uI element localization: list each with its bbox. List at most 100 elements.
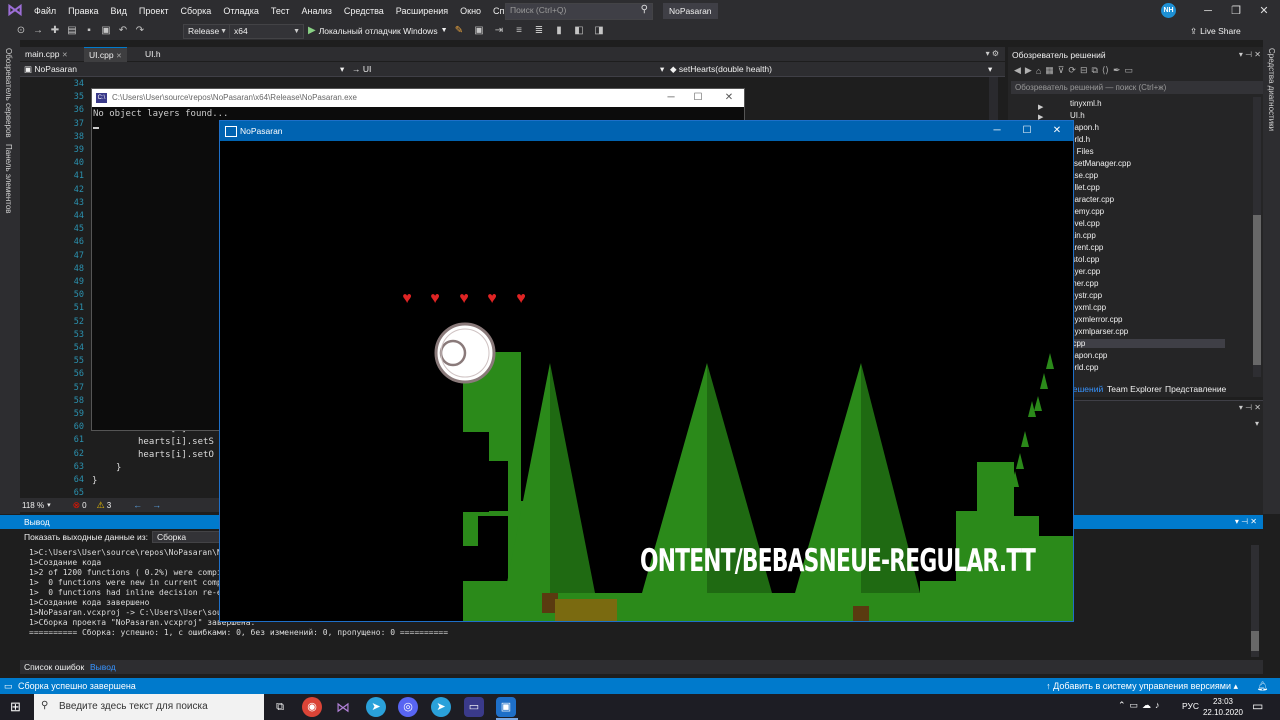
menu-window[interactable]: Окно xyxy=(454,0,487,22)
tab-class-view[interactable]: Представление классов xyxy=(1161,382,1263,408)
game-minimize-button[interactable]: ─ xyxy=(982,121,1012,141)
menu-tools[interactable]: Средства xyxy=(338,0,390,22)
expand-icon[interactable]: ▶ xyxy=(1038,103,1043,111)
save-all-icon[interactable]: ▣ xyxy=(99,24,113,38)
taskbar-search-input[interactable]: ⚲ Введите здесь текст для поиска xyxy=(34,694,264,720)
solution-file-item[interactable]: tinyxml.h xyxy=(1070,99,1102,108)
notifications-icon[interactable]: 🔔︎ xyxy=(1257,678,1268,694)
indent-icon[interactable]: ≡ xyxy=(512,24,526,38)
console-maximize-button[interactable]: ☐ xyxy=(685,89,711,107)
menu-view[interactable]: Вид xyxy=(105,0,133,22)
solutions-view-icon[interactable]: ▦ xyxy=(1045,65,1054,76)
solution-file-item[interactable]: nemy.cpp xyxy=(1070,207,1104,216)
arrow-right-icon[interactable]: → xyxy=(152,500,161,510)
telegram-2-icon[interactable]: ➤ xyxy=(431,697,451,717)
comment-icon[interactable]: ≣ xyxy=(532,24,546,38)
close-button[interactable]: ✕ xyxy=(1250,0,1278,22)
console-minimize-button[interactable]: ─ xyxy=(658,89,684,107)
game-title-bar[interactable]: NoPasaran ─ ☐ ✕ xyxy=(220,121,1073,141)
bookmark-icon[interactable]: ▮ xyxy=(552,24,566,38)
user-avatar[interactable]: NH xyxy=(1161,3,1176,18)
home-icon[interactable]: ⌂ xyxy=(1036,66,1041,76)
step-icon[interactable]: ⇥ xyxy=(492,24,506,38)
configuration-dropdown[interactable]: Release ▼ xyxy=(183,24,231,39)
menu-test[interactable]: Тест xyxy=(265,0,296,22)
menu-edit[interactable]: Правка xyxy=(62,0,104,22)
solution-file-item[interactable]: haracter.cpp xyxy=(1070,195,1114,204)
chevron-down-icon[interactable]: ▾ xyxy=(340,62,344,76)
solution-file-item[interactable]: orld.cpp xyxy=(1070,363,1098,372)
solution-file-item[interactable]: ssetManager.cpp xyxy=(1070,159,1131,168)
menu-analyze[interactable]: Анализ xyxy=(296,0,338,22)
solution-file-item[interactable]: nyxmlerror.cpp xyxy=(1070,315,1122,324)
collapse-icon[interactable]: ⊟ xyxy=(1080,65,1088,76)
panel-pin-icon[interactable]: ▾ ⊣ ✕ xyxy=(1239,50,1261,59)
panel-pin-icon[interactable]: ▾ ⊣ ✕ xyxy=(1239,403,1261,412)
solution-file-item[interactable]: arent.cpp xyxy=(1070,243,1103,252)
solution-file-item[interactable]: eapon.h xyxy=(1070,123,1099,132)
chevron-down-icon[interactable]: ▾ xyxy=(47,501,51,509)
browser-link-icon[interactable]: ✎ xyxy=(452,24,466,38)
new-item-icon[interactable]: ✚ xyxy=(48,24,62,38)
action-center-icon[interactable]: ▭ xyxy=(1252,699,1263,713)
member-scope-dropdown[interactable]: ◆ setHearts(double health) xyxy=(670,62,772,76)
arrow-left-icon[interactable]: ← xyxy=(133,500,142,510)
bookmark-next-icon[interactable]: ◨ xyxy=(592,24,606,38)
game-canvas[interactable]: ♥ ♥ ♥ ♥ ♥ ONTENT/BEBASNEUE-REGULAR.TT xyxy=(220,141,1073,621)
sync-icon[interactable]: ⟳ xyxy=(1068,65,1076,76)
toolbox-tab[interactable]: Панель элементов xyxy=(4,144,13,214)
solution-file-item[interactable]: nystr.cpp xyxy=(1070,291,1102,300)
solution-file-item[interactable]: nyxmlparser.cpp xyxy=(1070,327,1128,336)
project-scope-dropdown[interactable]: ▣ NoPasaran xyxy=(24,62,77,76)
back-icon[interactable]: ◀ xyxy=(1014,65,1021,76)
chevron-down-icon[interactable]: ▾ xyxy=(988,62,992,76)
chrome-icon[interactable]: ◉ xyxy=(302,697,322,717)
solution-file-item[interactable]: I.cpp xyxy=(1068,339,1226,348)
scroll-thumb[interactable] xyxy=(1251,631,1259,651)
preview-icon[interactable]: ▭ xyxy=(1125,65,1134,76)
server-explorer-tab[interactable]: Обозреватель серверов xyxy=(4,48,13,138)
save-icon[interactable]: ▪ xyxy=(82,24,96,38)
tab-output[interactable]: Вывод xyxy=(86,660,120,674)
close-icon[interactable]: ✕ xyxy=(62,52,68,59)
tab-team-explorer[interactable]: Team Explorer xyxy=(1103,382,1166,396)
language-indicator[interactable]: РУС xyxy=(1182,701,1199,711)
live-share-button[interactable]: ⇪ Live Share xyxy=(1190,25,1241,38)
system-clock[interactable]: 23:03 22.10.2020 xyxy=(1200,696,1246,718)
add-to-source-control-button[interactable]: ↑ Добавить в систему управления версиями… xyxy=(1046,678,1238,694)
warning-count[interactable]: 3 xyxy=(107,501,111,510)
console-taskbar-icon[interactable]: ▭ xyxy=(464,697,484,717)
show-all-icon[interactable]: ⧉ xyxy=(1091,65,1097,76)
output-scrollbar[interactable] xyxy=(1251,545,1259,657)
game-close-button[interactable]: ✕ xyxy=(1042,121,1072,141)
redo-icon[interactable]: ↷ xyxy=(133,24,147,38)
platform-dropdown[interactable]: x64 ▼ xyxy=(229,24,304,39)
task-view-icon[interactable]: ⧉ xyxy=(270,697,290,717)
navigate-forward-icon[interactable]: → xyxy=(31,24,45,38)
code-view-icon[interactable]: ⟨⟩ xyxy=(1102,65,1109,76)
menu-file[interactable]: Файл xyxy=(28,0,62,22)
solution-file-item[interactable]: nyxml.cpp xyxy=(1070,303,1106,312)
tab-ui-cpp[interactable]: UI.cpp ✕ xyxy=(84,47,127,62)
tray-icons[interactable]: ⌃▭☁♪ xyxy=(1118,700,1164,711)
menu-project[interactable]: Проект xyxy=(133,0,175,22)
windows-start-icon[interactable]: ⊞ xyxy=(10,699,21,715)
chevron-down-icon[interactable]: ▾ xyxy=(1255,419,1259,428)
tab-ui-h[interactable]: UI.h xyxy=(140,47,166,61)
discord-icon[interactable]: ◎ xyxy=(398,697,418,717)
panel-pin-icon[interactable]: ▾ ⊣ ✕ xyxy=(1235,515,1257,529)
scroll-thumb[interactable] xyxy=(1253,215,1261,365)
class-scope-dropdown[interactable]: → UI xyxy=(352,62,371,76)
chevron-down-icon[interactable]: ▾ xyxy=(660,62,664,76)
game-maximize-button[interactable]: ☐ xyxy=(1012,121,1042,141)
solution-file-item[interactable]: mer.cpp xyxy=(1070,279,1098,288)
visual-studio-icon[interactable]: ⋈ xyxy=(333,697,353,717)
game-window[interactable]: NoPasaran ─ ☐ ✕ ♥ ♥ ♥ ♥ ♥ ONTENT/BEBASNE… xyxy=(219,120,1074,622)
maximize-button[interactable]: ❐ xyxy=(1222,0,1250,22)
diagnostic-tools-tab[interactable]: Средства диагностики xyxy=(1267,48,1276,131)
tab-overflow-icon[interactable]: ▾ ⚙ xyxy=(986,47,999,61)
navigate-back-icon[interactable]: ⊙ xyxy=(14,24,28,38)
nopasaran-taskbar-icon[interactable]: ▣ xyxy=(496,697,516,717)
open-file-icon[interactable]: ▤ xyxy=(65,24,79,38)
close-icon[interactable]: ✕ xyxy=(116,53,122,60)
